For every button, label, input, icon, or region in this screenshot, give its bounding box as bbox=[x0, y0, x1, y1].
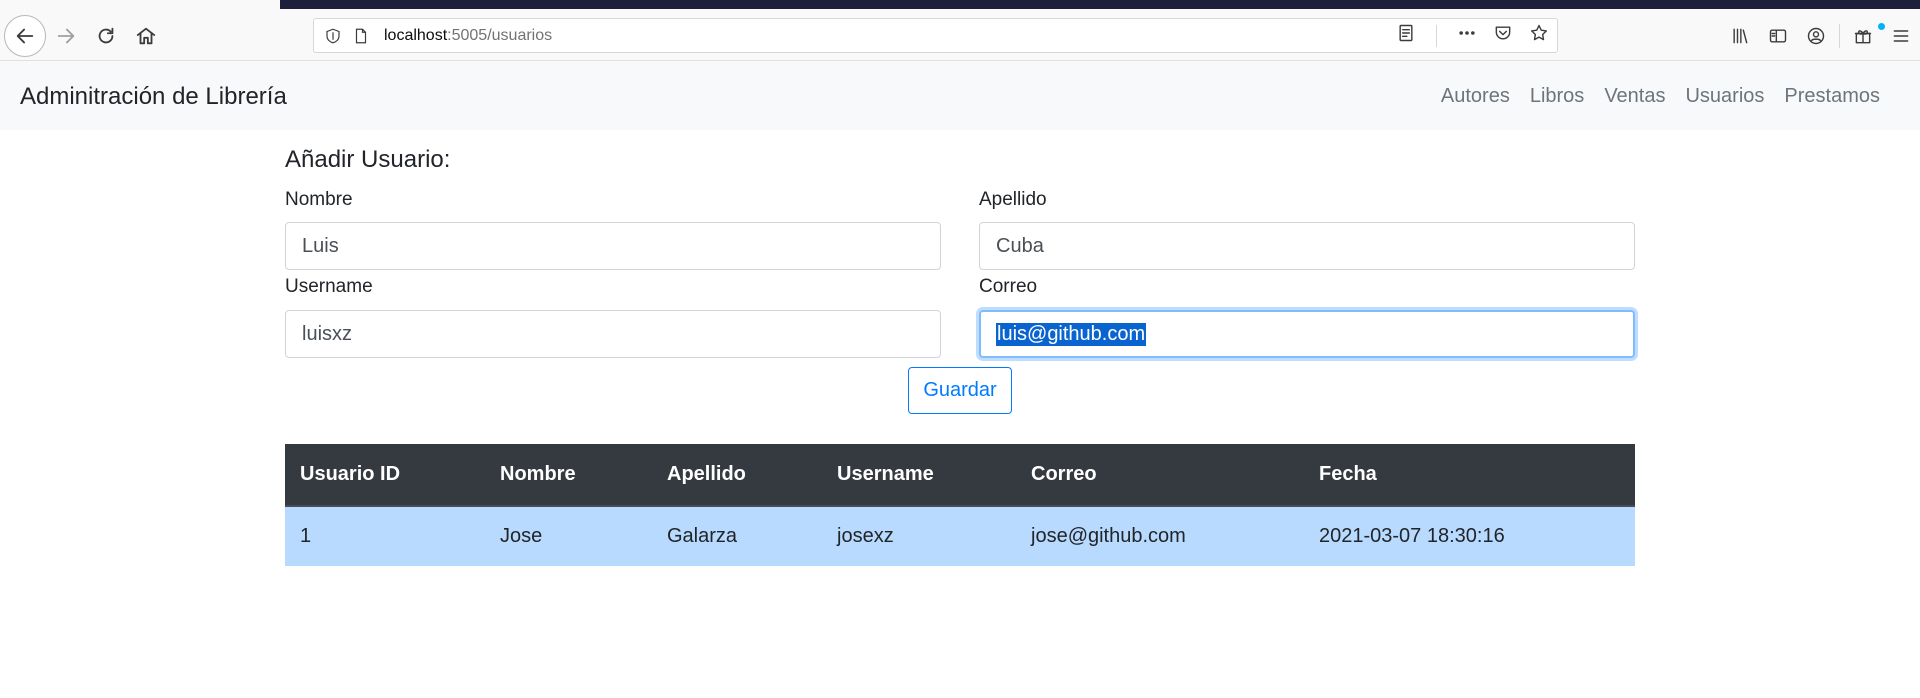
url-text[interactable]: localhost:5005/usuarios bbox=[384, 27, 552, 45]
header-fecha: Fecha bbox=[1304, 444, 1635, 507]
nombre-value: Luis bbox=[302, 234, 339, 257]
nombre-input[interactable]: Luis bbox=[285, 222, 941, 270]
shield-icon[interactable] bbox=[324, 27, 342, 45]
username-input[interactable]: luisxz bbox=[285, 310, 941, 358]
url-host: localhost bbox=[384, 26, 448, 44]
header-username: Username bbox=[822, 444, 1016, 507]
pocket-icon[interactable] bbox=[1493, 23, 1513, 48]
correo-input[interactable]: luis@github.com bbox=[979, 310, 1635, 358]
bookmark-star-icon[interactable] bbox=[1529, 23, 1549, 48]
cell-username: josexz bbox=[822, 506, 1016, 566]
url-divider bbox=[1436, 24, 1437, 47]
table-row[interactable]: 1 Jose Galarza josexz jose@github.com 20… bbox=[285, 506, 1635, 566]
header-apellido: Apellido bbox=[652, 444, 822, 507]
cell-usuario-id: 1 bbox=[285, 506, 485, 566]
save-button[interactable]: Guardar bbox=[908, 367, 1012, 414]
nav-link-usuarios[interactable]: Usuarios bbox=[1675, 85, 1774, 108]
table-header-row: Usuario ID Nombre Apellido Username Corr… bbox=[285, 444, 1635, 507]
account-icon[interactable] bbox=[1797, 26, 1835, 46]
correo-value: luis@github.com bbox=[996, 322, 1147, 346]
url-path: :5005/usuarios bbox=[447, 26, 553, 44]
navbar-brand[interactable]: Adminitración de Librería bbox=[20, 83, 287, 111]
url-bar[interactable]: localhost:5005/usuarios bbox=[313, 18, 1558, 53]
notification-dot bbox=[1878, 22, 1885, 30]
username-label: Username bbox=[285, 276, 373, 297]
cell-apellido: Galarza bbox=[652, 506, 822, 566]
header-nombre: Nombre bbox=[485, 444, 652, 507]
users-table: Usuario ID Nombre Apellido Username Corr… bbox=[285, 444, 1635, 566]
cell-fecha: 2021-03-07 18:30:16 bbox=[1304, 506, 1635, 566]
apellido-input[interactable]: Cuba bbox=[979, 222, 1635, 270]
back-button[interactable] bbox=[4, 15, 46, 57]
header-usuario-id: Usuario ID bbox=[285, 444, 485, 507]
reader-view-icon[interactable] bbox=[1396, 23, 1416, 48]
titlebar-strip bbox=[280, 0, 1920, 9]
arrow-right-icon bbox=[57, 28, 75, 44]
correo-label: Correo bbox=[979, 276, 1038, 297]
forward-button[interactable] bbox=[46, 16, 86, 56]
toolbar-right bbox=[1721, 18, 1920, 53]
app-navbar: Adminitración de Librería Autores Libros… bbox=[0, 61, 1920, 130]
reload-icon bbox=[98, 27, 114, 44]
nav-link-autores[interactable]: Autores bbox=[1431, 85, 1520, 108]
arrow-left-icon bbox=[16, 28, 34, 44]
browser-toolbar: localhost:5005/usuarios bbox=[0, 0, 1920, 61]
page-icon[interactable] bbox=[352, 27, 370, 45]
more-actions-icon[interactable] bbox=[1457, 23, 1477, 48]
form-title: Añadir Usuario: bbox=[285, 146, 451, 173]
extensions-gift-icon[interactable] bbox=[1844, 22, 1885, 46]
nav-link-libros[interactable]: Libros bbox=[1520, 85, 1594, 108]
username-value: luisxz bbox=[302, 322, 353, 345]
apellido-label: Apellido bbox=[979, 189, 1047, 210]
home-icon bbox=[136, 27, 156, 45]
home-button[interactable] bbox=[126, 16, 166, 56]
nav-link-prestamos[interactable]: Prestamos bbox=[1774, 85, 1890, 108]
cell-nombre: Jose bbox=[485, 506, 652, 566]
menu-icon[interactable] bbox=[1882, 26, 1920, 46]
nombre-label: Nombre bbox=[285, 189, 353, 210]
apellido-value: Cuba bbox=[996, 234, 1044, 257]
library-icon[interactable] bbox=[1721, 26, 1759, 46]
nav-links: Autores Libros Ventas Usuarios Prestamos bbox=[1431, 85, 1890, 108]
cell-correo: jose@github.com bbox=[1016, 506, 1304, 566]
nav-link-ventas[interactable]: Ventas bbox=[1594, 85, 1675, 108]
sidebar-icon[interactable] bbox=[1759, 26, 1797, 46]
header-correo: Correo bbox=[1016, 444, 1304, 507]
toolbar-divider bbox=[1839, 23, 1840, 48]
reload-button[interactable] bbox=[86, 16, 126, 56]
